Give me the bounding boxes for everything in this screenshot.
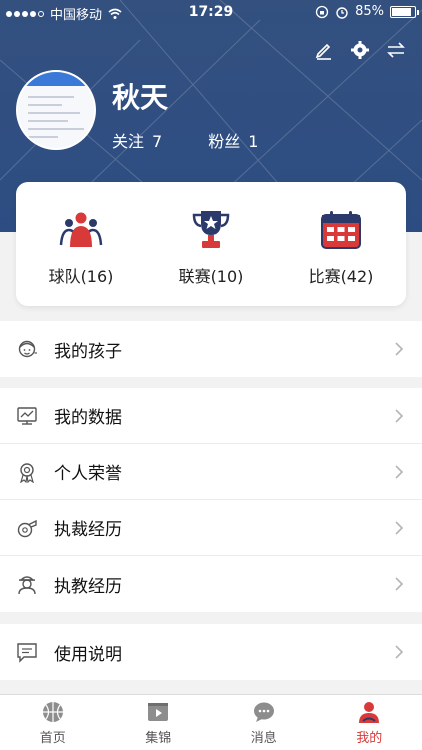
coach-icon: [18, 576, 36, 595]
summary-leagues[interactable]: 联赛(10): [151, 207, 271, 287]
menu-item-honors-label: 个人荣誉: [54, 464, 122, 484]
user-icon: [359, 701, 380, 723]
summary-card: 球队(16) 联赛(10) 比赛(42): [16, 182, 406, 306]
summary-matches-label: 比赛(42): [308, 267, 374, 286]
following-count: 7: [152, 132, 163, 151]
fans-stat[interactable]: 粉丝 1: [208, 128, 258, 152]
avatar[interactable]: [16, 70, 96, 150]
video-icon: [148, 702, 169, 721]
tab-highlights-label: 集锦: [145, 730, 172, 746]
medal-icon: [20, 462, 34, 483]
tab-messages-label: 消息: [250, 730, 277, 746]
user-name: 秋天: [112, 81, 169, 114]
team-icon: [59, 212, 103, 247]
menu-item-referee-history-label: 执裁经历: [54, 520, 122, 540]
edit-icon[interactable]: [314, 40, 334, 60]
message-icon: [17, 643, 37, 663]
tab-mine-label: 我的: [356, 730, 383, 746]
menu-item-my-children[interactable]: 我的孩子: [0, 321, 422, 377]
chevron-right-icon: [395, 521, 404, 535]
summary-teams[interactable]: 球队(16): [21, 207, 141, 287]
menu-item-instructions-label: 使用说明: [54, 644, 122, 665]
summary-matches[interactable]: 比赛(42): [281, 207, 401, 287]
tab-home-label: 首页: [39, 730, 66, 746]
menu-item-coach-history[interactable]: 执教经历: [0, 556, 422, 612]
menu-item-honors[interactable]: 个人荣誉: [0, 444, 422, 500]
tab-messages[interactable]: 消息: [211, 695, 317, 750]
rotation-lock-icon: [315, 5, 329, 18]
following-stat[interactable]: 关注 7: [112, 128, 162, 152]
chevron-right-icon: [395, 409, 404, 423]
basketball-icon: [42, 701, 63, 722]
chevron-right-icon: [395, 577, 404, 591]
chevron-right-icon: [395, 645, 404, 659]
data-monitor-icon: [17, 406, 37, 425]
trophy-icon: [192, 211, 230, 248]
status-bar: 中国移动 17:29 85%: [0, 0, 422, 24]
menu-item-instructions[interactable]: 使用说明: [0, 624, 422, 680]
calendar-icon: [321, 211, 361, 249]
menu-item-my-children-label: 我的孩子: [54, 341, 122, 362]
menu-item-my-data[interactable]: 我的数据: [0, 388, 422, 444]
chat-icon: [253, 702, 274, 722]
alarm-icon: [336, 6, 348, 19]
battery-icon: [390, 5, 419, 18]
whistle-icon: [17, 519, 37, 537]
bottom-tab-bar: 首页 集锦 消息 我的: [0, 694, 422, 750]
tab-home[interactable]: 首页: [0, 695, 106, 750]
menu-group-children: 我的孩子: [0, 321, 422, 377]
chevron-right-icon: [395, 342, 404, 356]
menu-item-my-data-label: 我的数据: [54, 408, 122, 428]
summary-teams-label: 球队(16): [48, 267, 114, 286]
tab-highlights[interactable]: 集锦: [106, 695, 212, 750]
menu-item-coach-history-label: 执教经历: [54, 576, 122, 597]
summary-leagues-label: 联赛(10): [178, 267, 244, 286]
child-icon: [18, 340, 37, 358]
switch-icon[interactable]: [386, 40, 406, 60]
chevron-right-icon: [395, 465, 404, 479]
menu-item-referee-history[interactable]: 执裁经历: [0, 500, 422, 556]
fans-label: 粉丝: [208, 132, 241, 151]
menu-group-records: 我的数据 个人荣誉 执裁经历 执教经历: [0, 388, 422, 612]
fans-count: 1: [248, 132, 259, 151]
following-label: 关注: [112, 132, 145, 151]
settings-gear-icon[interactable]: [350, 40, 370, 60]
tab-mine[interactable]: 我的: [317, 695, 422, 750]
menu-group-help: 使用说明: [0, 624, 422, 680]
battery-percent: 85%: [355, 4, 384, 19]
